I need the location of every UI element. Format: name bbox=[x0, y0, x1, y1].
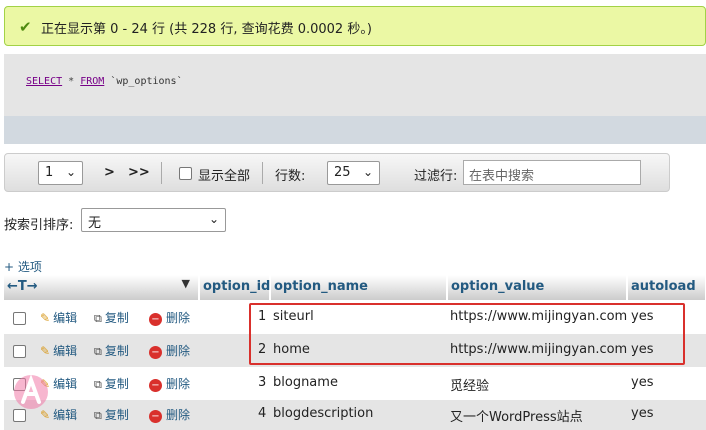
sql-keyword-from[interactable]: FROM bbox=[80, 76, 104, 87]
show-all-checkbox[interactable] bbox=[179, 167, 192, 180]
next-page-button[interactable]: > bbox=[104, 165, 115, 180]
delete-button[interactable]: − 删除 bbox=[149, 342, 190, 359]
delete-icon: − bbox=[149, 379, 162, 392]
row-checkbox[interactable] bbox=[13, 312, 26, 325]
chevron-down-icon: ⌄ bbox=[362, 165, 373, 179]
table-row: ✎编辑 ⧉复制 −删除 3 blogname 觅经验 yes bbox=[4, 367, 706, 400]
copy-button[interactable]: ⧉ 复制 bbox=[94, 309, 129, 326]
copy-button[interactable]: ⧉ 复制 bbox=[94, 375, 129, 392]
sql-query-box: SELECT * FROM `wp_options` bbox=[4, 54, 706, 116]
chevron-down-icon: ⌄ bbox=[208, 212, 219, 226]
sql-star: * bbox=[68, 76, 75, 87]
show-all-label: 显示全部 bbox=[198, 169, 251, 184]
sort-by-index-select[interactable]: 无 ⌄ bbox=[81, 208, 226, 232]
rows-label: 行数: bbox=[275, 169, 306, 184]
highlight-box bbox=[249, 303, 685, 365]
cell-option-name[interactable]: blogdescription bbox=[273, 406, 373, 421]
sort-by-index-label: 按索引排序: bbox=[4, 218, 74, 233]
edit-button[interactable]: ✎编辑 bbox=[40, 342, 77, 359]
copy-icon: ⧉ bbox=[94, 378, 102, 391]
sql-query: SELECT * FROM `wp_options` bbox=[26, 76, 183, 87]
delete-button[interactable]: − 删除 bbox=[149, 309, 190, 326]
header-option-value[interactable]: option_value bbox=[448, 275, 627, 300]
row-checkbox[interactable] bbox=[13, 345, 26, 358]
filter-label: 过滤行: bbox=[414, 169, 458, 184]
header-option-id[interactable]: option_id bbox=[200, 275, 270, 300]
copy-button[interactable]: ⧉ 复制 bbox=[94, 342, 129, 359]
delete-button[interactable]: − 删除 bbox=[149, 406, 190, 423]
watermark-logo-icon bbox=[14, 374, 48, 409]
sql-query-footer bbox=[4, 116, 706, 144]
delete-button[interactable]: − 删除 bbox=[149, 375, 190, 392]
column-resize-icon[interactable]: ←T→ bbox=[7, 279, 38, 294]
header-autoload[interactable]: autoload bbox=[628, 275, 706, 300]
cell-option-value[interactable]: 觅经验 bbox=[450, 375, 489, 394]
page-select-value: 1 bbox=[45, 165, 54, 180]
triangle-down-icon[interactable]: ▼ bbox=[182, 277, 190, 290]
delete-icon: − bbox=[149, 346, 162, 359]
sort-by-index-value: 无 bbox=[88, 216, 102, 231]
success-message-box: ✔ 正在显示第 0 - 24 行 (共 228 行, 查询花费 0.0002 秒… bbox=[4, 6, 706, 46]
page-select[interactable]: 1 ⌄ bbox=[38, 161, 83, 185]
copy-icon: ⧉ bbox=[94, 409, 102, 422]
sql-keyword-select[interactable]: SELECT bbox=[26, 76, 62, 87]
delete-icon: − bbox=[149, 410, 162, 423]
cell-option-name[interactable]: blogname bbox=[273, 375, 338, 390]
chevron-down-icon: ⌄ bbox=[65, 165, 76, 179]
cell-option-value[interactable]: 又一个WordPress站点 bbox=[450, 406, 583, 425]
separator bbox=[161, 162, 162, 184]
filter-input[interactable]: 在表中搜索 bbox=[463, 160, 641, 185]
copy-button[interactable]: ⧉ 复制 bbox=[94, 406, 129, 423]
table-row: ✎ 编辑 ⧉ 复制 − 删除 4 blogdescription 又一个WordPre… bbox=[4, 400, 706, 430]
navigation-bar: 1 ⌄ > >> 显示全部 行数: 25 ⌄ 过滤行: 在表中搜索 bbox=[4, 153, 670, 192]
cell-autoload[interactable]: yes bbox=[631, 375, 653, 390]
checkmark-icon: ✔ bbox=[19, 18, 32, 36]
separator bbox=[262, 162, 263, 184]
success-message: 正在显示第 0 - 24 行 (共 228 行, 查询花费 0.0002 秒。) bbox=[41, 22, 372, 37]
table-header: ←T→ ▼ option_id option_name option_value… bbox=[4, 275, 706, 300]
rows-per-page-select[interactable]: 25 ⌄ bbox=[327, 161, 380, 185]
copy-icon: ⧉ bbox=[94, 345, 102, 358]
sql-table-name: `wp_options` bbox=[110, 76, 183, 87]
copy-icon: ⧉ bbox=[94, 312, 102, 325]
cell-option-id: 3 bbox=[258, 375, 267, 390]
edit-button[interactable]: ✎编辑 bbox=[40, 309, 77, 326]
last-page-button[interactable]: >> bbox=[128, 165, 150, 180]
header-option-name[interactable]: option_name bbox=[271, 275, 447, 300]
pencil-icon: ✎ bbox=[40, 344, 51, 358]
pencil-icon: ✎ bbox=[40, 311, 51, 325]
header-actions: ←T→ ▼ bbox=[4, 275, 199, 300]
options-link[interactable]: + 选项 bbox=[4, 258, 42, 275]
cell-autoload[interactable]: yes bbox=[631, 406, 653, 421]
delete-icon: − bbox=[149, 313, 162, 326]
cell-option-id: 4 bbox=[258, 406, 267, 421]
rows-per-page-value: 25 bbox=[334, 165, 351, 180]
